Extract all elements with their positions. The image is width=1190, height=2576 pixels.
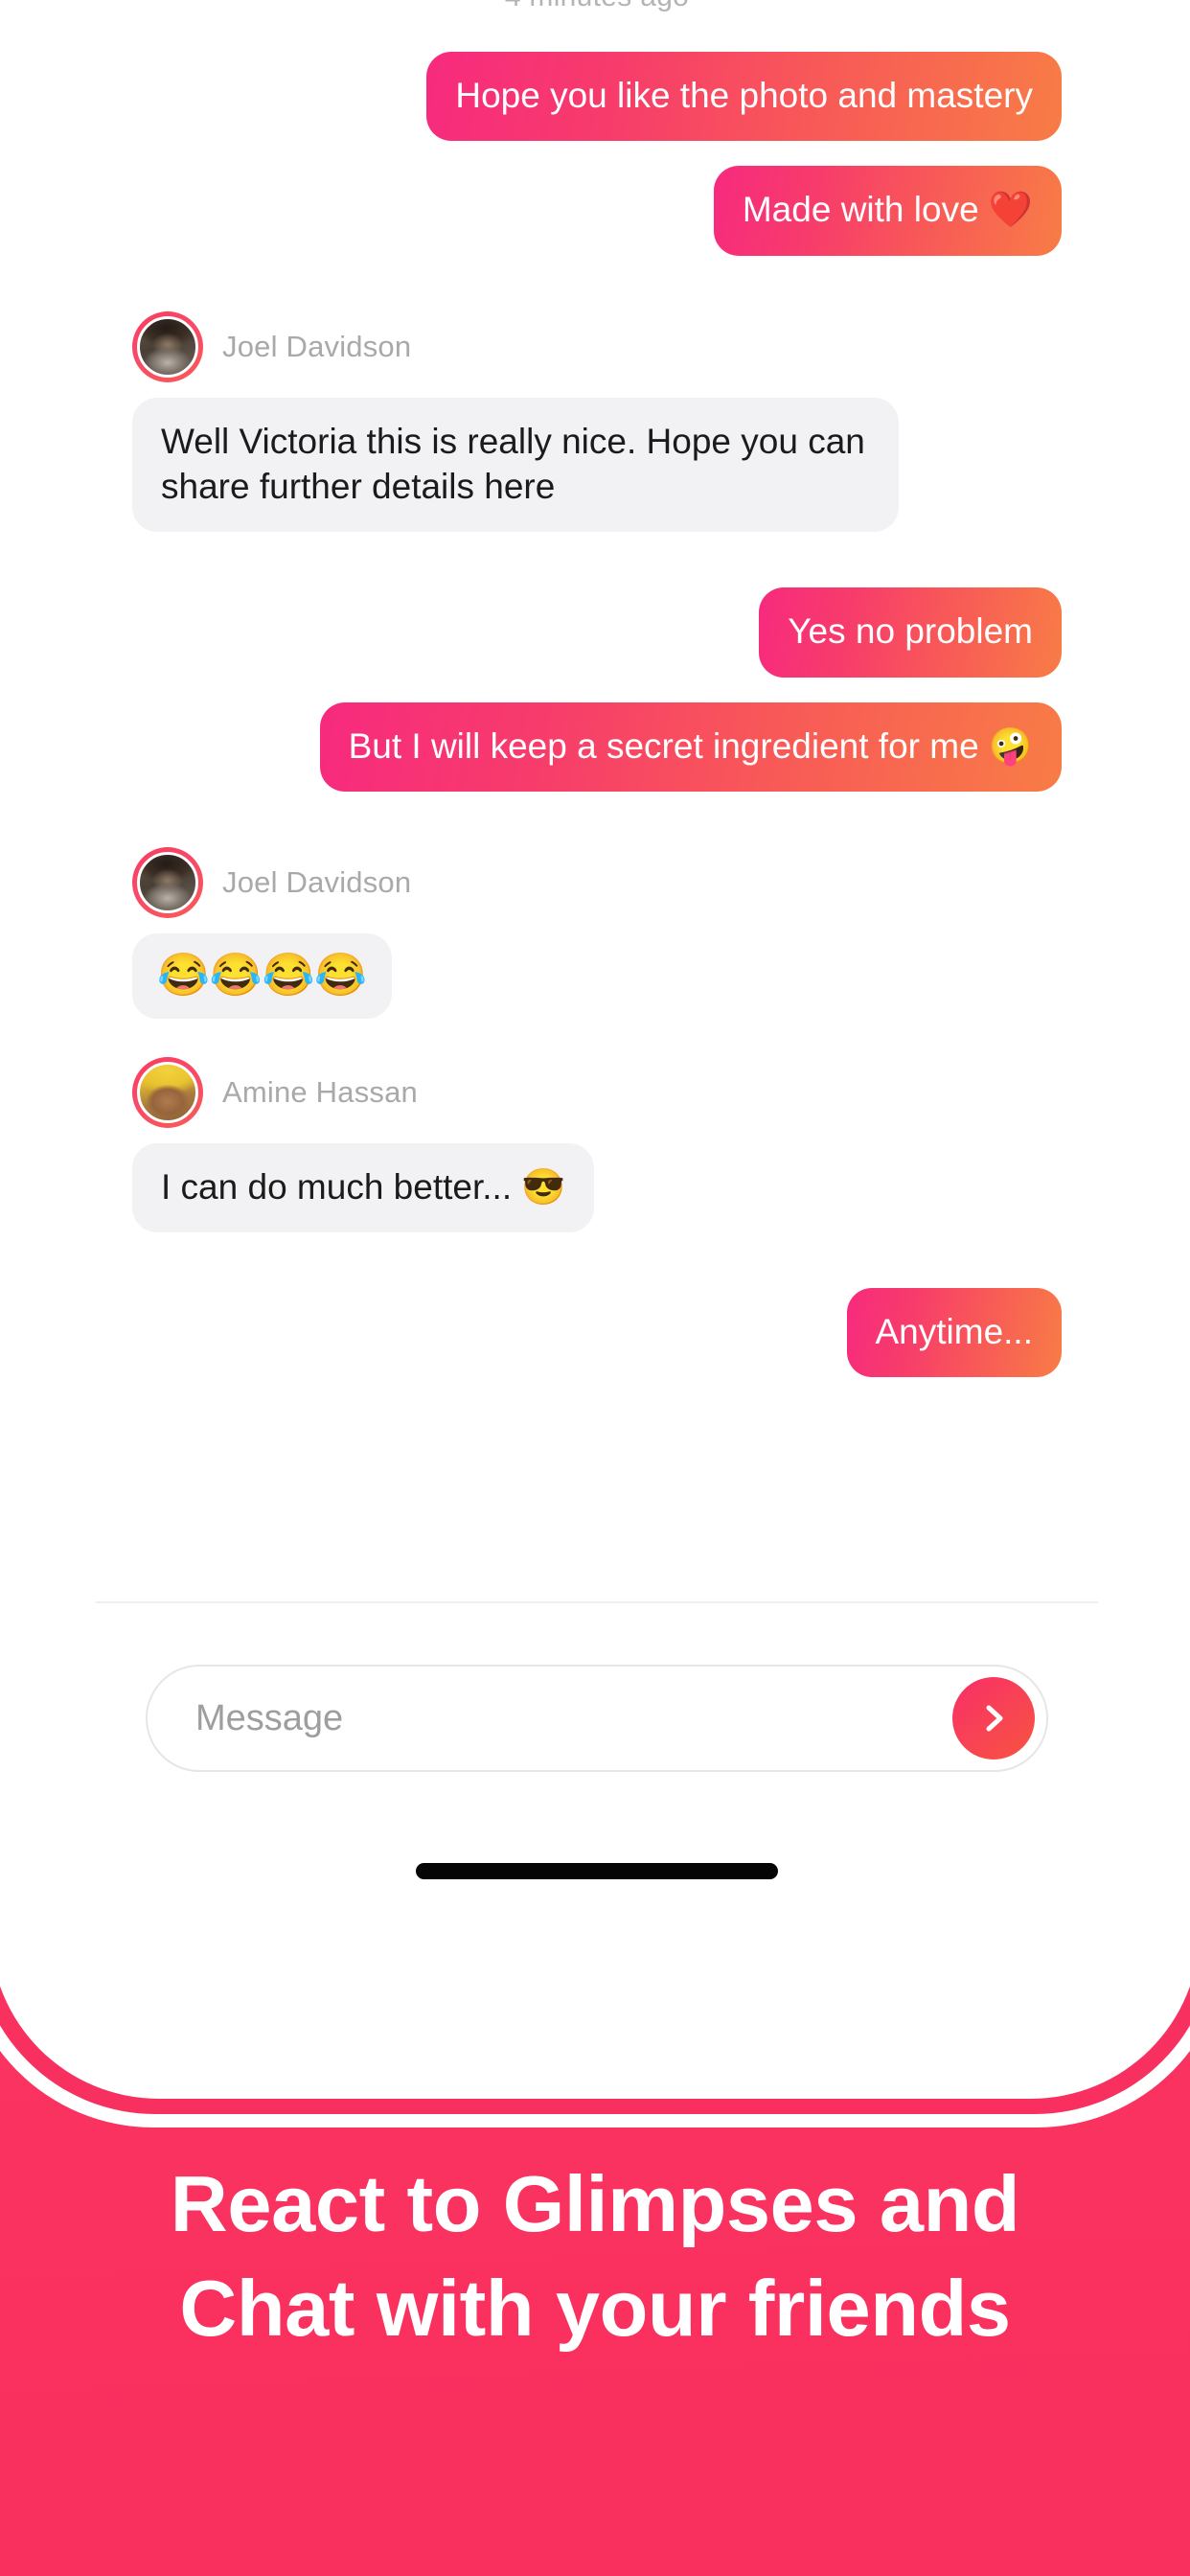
avatar[interactable] xyxy=(132,310,203,382)
sender-name: Amine Hassan xyxy=(222,1074,418,1109)
message-sender: Joel Davidson xyxy=(96,310,1098,382)
avatar[interactable] xyxy=(132,1056,203,1128)
volume-up-button[interactable] xyxy=(24,182,39,289)
message-bubble-incoming[interactable]: I can do much better... 😎 xyxy=(132,1142,595,1232)
sender-name: Joel Davidson xyxy=(222,865,412,900)
composer-divider xyxy=(96,1601,1098,1603)
send-button[interactable] xyxy=(952,1677,1035,1760)
message-row: Hope you like the photo and mastery xyxy=(96,52,1098,142)
avatar[interactable] xyxy=(132,847,203,919)
message-list: 4 minutes ago Hope you like the photo an… xyxy=(96,0,1098,1378)
chevron-right-icon xyxy=(974,1699,1013,1737)
message-row: I can do much better... 😎 xyxy=(96,1142,1098,1232)
message-sender: Amine Hassan xyxy=(96,1056,1098,1128)
promo-headline: React to Glimpses and Chat with your fri… xyxy=(170,2159,1020,2353)
message-bubble-outgoing[interactable]: But I will keep a secret ingredient for … xyxy=(319,702,1062,793)
joel-davidson-avatar xyxy=(137,315,198,378)
message-bubble-outgoing[interactable]: Made with love ❤️ xyxy=(713,166,1062,256)
home-indicator xyxy=(416,1863,778,1879)
composer-bar[interactable] xyxy=(146,1665,1048,1772)
message-row: Made with love ❤️ xyxy=(96,166,1098,256)
message-bubble-outgoing[interactable]: Anytime... xyxy=(846,1287,1062,1378)
message-row: But I will keep a secret ingredient for … xyxy=(96,702,1098,793)
message-row: Well Victoria this is really nice. Hope … xyxy=(96,397,1098,533)
message-input[interactable] xyxy=(195,1697,952,1739)
chat-screen: 4 minutes ago Hope you like the photo an… xyxy=(2,0,1188,1984)
silent-switch-button[interactable] xyxy=(24,71,39,132)
message-sender: Joel Davidson xyxy=(96,847,1098,919)
conversation-timestamp: 4 minutes ago xyxy=(96,0,1098,13)
amine-hassan-avatar xyxy=(137,1061,198,1123)
message-row: Yes no problem xyxy=(96,587,1098,678)
message-bubble-incoming-emoji[interactable]: 😂😂😂😂 xyxy=(132,933,393,1019)
joel-davidson-avatar xyxy=(137,852,198,914)
message-bubble-incoming[interactable]: Well Victoria this is really nice. Hope … xyxy=(132,397,899,533)
message-row: Anytime... xyxy=(96,1287,1098,1378)
message-row: 😂😂😂😂 xyxy=(96,933,1098,1019)
message-bubble-outgoing[interactable]: Yes no problem xyxy=(759,587,1062,678)
volume-down-button[interactable] xyxy=(24,309,39,416)
phone-screen: 4 minutes ago Hope you like the photo an… xyxy=(2,0,1188,2087)
power-button[interactable] xyxy=(1151,171,1166,312)
message-bubble-outgoing[interactable]: Hope you like the photo and mastery xyxy=(426,52,1062,142)
sender-name: Joel Davidson xyxy=(222,329,412,363)
